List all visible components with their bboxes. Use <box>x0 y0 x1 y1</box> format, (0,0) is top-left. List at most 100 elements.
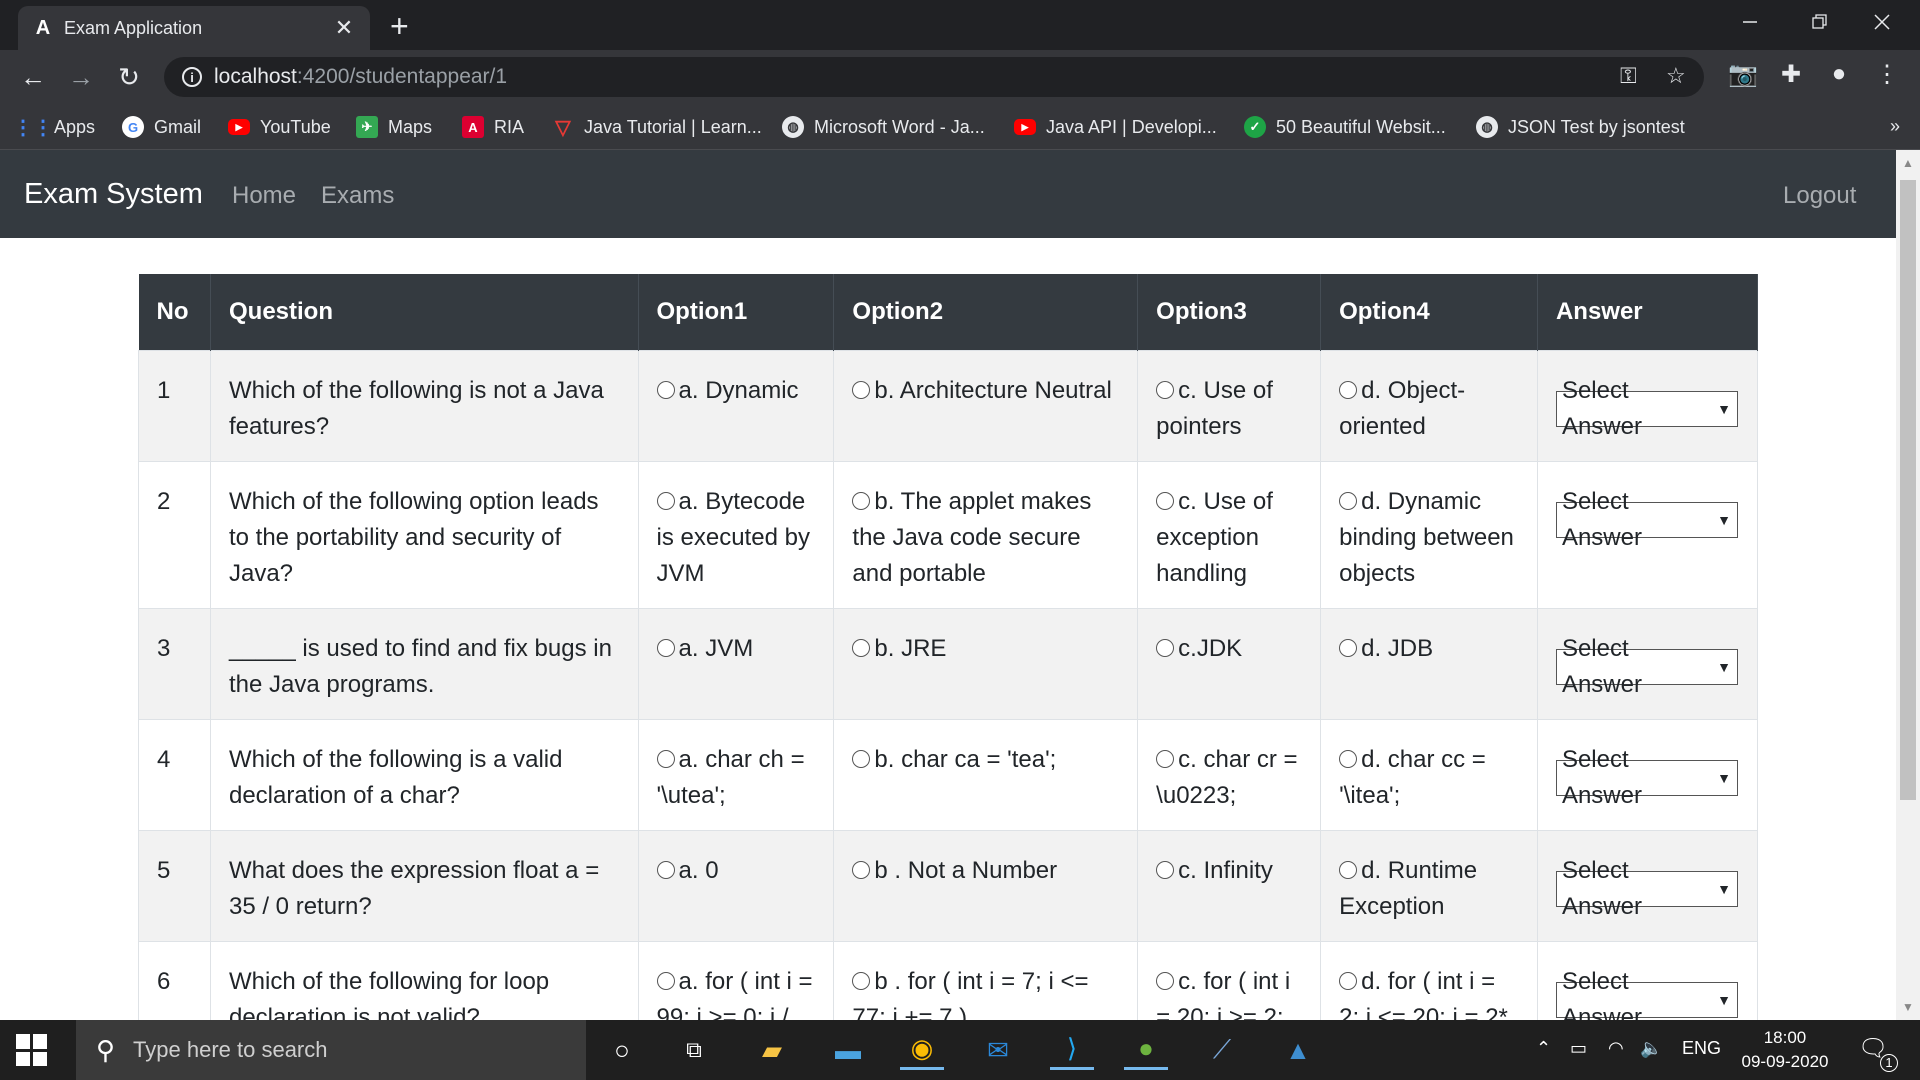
cortana-icon[interactable]: ○ <box>600 1030 644 1070</box>
forward-button[interactable]: → <box>64 60 98 94</box>
option-radio[interactable] <box>1156 491 1175 510</box>
option-radio[interactable] <box>656 860 675 879</box>
battery-icon[interactable]: ▭ <box>1570 1038 1587 1059</box>
option-cell: a. char ch = '\utea'; <box>638 718 835 830</box>
camera-extension-icon[interactable]: 📷 <box>1726 60 1760 89</box>
windows-start-button[interactable] <box>16 1034 48 1066</box>
option-radio[interactable] <box>1339 491 1358 510</box>
question-text: Which of the following is not a Java fea… <box>210 349 639 461</box>
option-label: d. Object-oriented <box>1339 376 1466 440</box>
option-radio[interactable] <box>656 491 675 510</box>
spring-tool-icon[interactable]: ● <box>1124 1030 1168 1070</box>
question-number: 1 <box>138 349 211 461</box>
taskbar-search-box[interactable]: ⚲ Type here to search <box>76 1020 586 1080</box>
key-icon[interactable]: ⚿ <box>1620 63 1637 89</box>
option-radio[interactable] <box>1339 971 1358 990</box>
bookmark-msword[interactable]: ◍ Microsoft Word - Ja... <box>782 112 985 142</box>
volume-icon[interactable]: 🔈 <box>1640 1038 1662 1059</box>
bookmark-java-api[interactable]: ▶ Java API | Developi... <box>1014 112 1217 142</box>
option-radio[interactable] <box>852 380 871 399</box>
option-radio[interactable] <box>852 860 871 879</box>
option-radio[interactable] <box>656 971 675 990</box>
wifi-icon[interactable]: ◠ <box>1608 1038 1624 1059</box>
system-clock[interactable]: 18:00 09-09-2020 <box>1730 1026 1840 1074</box>
window-close-button[interactable] <box>1852 0 1912 44</box>
select-value: Select Answer <box>1561 487 1642 551</box>
tab-close-button[interactable]: ✕ <box>332 15 356 41</box>
option-radio[interactable] <box>852 491 871 510</box>
info-icon[interactable]: i <box>182 67 202 87</box>
answer-select[interactable]: Select Answer ▼ <box>1555 377 1738 440</box>
minimize-button[interactable] <box>1720 0 1780 44</box>
minimize-icon <box>1743 21 1757 23</box>
bookmark-json-test[interactable]: ◍ JSON Test by jsontest <box>1476 112 1685 142</box>
bookmark-gmail[interactable]: G Gmail <box>122 112 201 142</box>
scrollbar-thumb[interactable] <box>1900 180 1916 800</box>
header-option4: Option4 <box>1320 274 1538 350</box>
page-scrollbar[interactable]: ▲ ▼ <box>1896 150 1920 1020</box>
restore-icon <box>1812 14 1827 29</box>
search-placeholder: Type here to search <box>133 1037 328 1062</box>
option-radio[interactable] <box>852 971 871 990</box>
youtube-icon: ▶ <box>1014 119 1036 135</box>
logout-link[interactable]: Logout <box>1783 182 1856 210</box>
bookmark-apps[interactable]: ⋮⋮ Apps <box>13 112 95 142</box>
vscode-icon[interactable]: ⟩ <box>1050 1030 1094 1070</box>
chrome-icon[interactable]: ◉ <box>900 1030 944 1070</box>
eclipse-icon[interactable]: ⟋ <box>1200 1030 1244 1070</box>
option-radio[interactable] <box>1156 749 1175 768</box>
option-radio[interactable] <box>1339 860 1358 879</box>
restore-button[interactable] <box>1790 0 1850 44</box>
answer-select[interactable]: Select Answer ▼ <box>1555 857 1738 920</box>
mail-icon[interactable]: ✉ <box>976 1030 1020 1070</box>
bookmark-ria[interactable]: A RIA <box>462 112 524 142</box>
option-radio[interactable] <box>1339 380 1358 399</box>
url-bar[interactable]: i localhost:4200/studentappear/1 ⚿ ☆ <box>164 57 1704 97</box>
answer-select[interactable]: Select Answer ▼ <box>1555 488 1738 551</box>
bookmark-maps[interactable]: ✈ Maps <box>356 112 432 142</box>
network-app-icon[interactable]: ▬ <box>826 1030 870 1070</box>
option-radio[interactable] <box>1156 971 1175 990</box>
task-view-icon[interactable]: ⧉ <box>672 1030 716 1070</box>
language-indicator[interactable]: ENG <box>1682 1038 1721 1059</box>
arrow-right-icon: → <box>68 61 94 92</box>
option-cell: d. for ( int i = 2; i <= 20; i = 2* <box>1320 940 1538 1020</box>
nav-exams-link[interactable]: Exams <box>321 182 394 210</box>
scroll-up-icon[interactable]: ▲ <box>1902 156 1914 170</box>
back-button[interactable]: ← <box>16 60 50 94</box>
brand-title[interactable]: Exam System <box>24 178 203 211</box>
option-radio[interactable] <box>852 749 871 768</box>
option-radio[interactable] <box>1156 380 1175 399</box>
bookmark-50-beautiful[interactable]: ✓ 50 Beautiful Websit... <box>1244 112 1446 142</box>
bookmark-java-tutorial[interactable]: ▽ Java Tutorial | Learn... <box>552 112 761 142</box>
bookmarks-overflow-button[interactable]: » <box>1890 116 1900 137</box>
option-radio[interactable] <box>656 749 675 768</box>
answer-select[interactable]: Select Answer ▼ <box>1555 746 1738 809</box>
scroll-down-icon[interactable]: ▼ <box>1902 1000 1914 1014</box>
puzzle-extensions-icon[interactable]: ✚ <box>1774 60 1808 89</box>
header-option2: Option2 <box>833 274 1139 350</box>
reload-button[interactable]: ↻ <box>112 60 146 94</box>
star-icon[interactable]: ☆ <box>1666 63 1686 89</box>
profile-avatar-icon[interactable]: ● <box>1822 60 1856 88</box>
answer-select[interactable]: Select Answer ▼ <box>1555 635 1738 698</box>
option-cell: d. JDB <box>1320 607 1538 719</box>
option-radio[interactable] <box>1339 749 1358 768</box>
answer-select[interactable]: Select Answer ▼ <box>1555 968 1738 1020</box>
option-radio[interactable] <box>1156 638 1175 657</box>
option-radio[interactable] <box>656 638 675 657</box>
browser-tab-strip: A Exam Application ✕ + <box>0 0 1920 50</box>
nav-home-link[interactable]: Home <box>232 182 296 210</box>
photos-icon[interactable]: ▲ <box>1276 1030 1320 1070</box>
new-tab-button[interactable]: + <box>390 8 409 45</box>
bookmark-youtube[interactable]: ▶ YouTube <box>228 112 331 142</box>
chevron-up-icon[interactable]: ⌃ <box>1536 1038 1551 1059</box>
file-explorer-icon[interactable]: ▰ <box>750 1030 794 1070</box>
option-radio[interactable] <box>1156 860 1175 879</box>
option-radio[interactable] <box>1339 638 1358 657</box>
menu-kebab-icon[interactable]: ⋮ <box>1870 60 1904 89</box>
option-cell: c. for ( int i = 20; i >= 2; <box>1137 940 1322 1020</box>
option-radio[interactable] <box>656 380 675 399</box>
browser-tab[interactable]: A Exam Application ✕ <box>18 6 370 50</box>
option-radio[interactable] <box>852 638 871 657</box>
